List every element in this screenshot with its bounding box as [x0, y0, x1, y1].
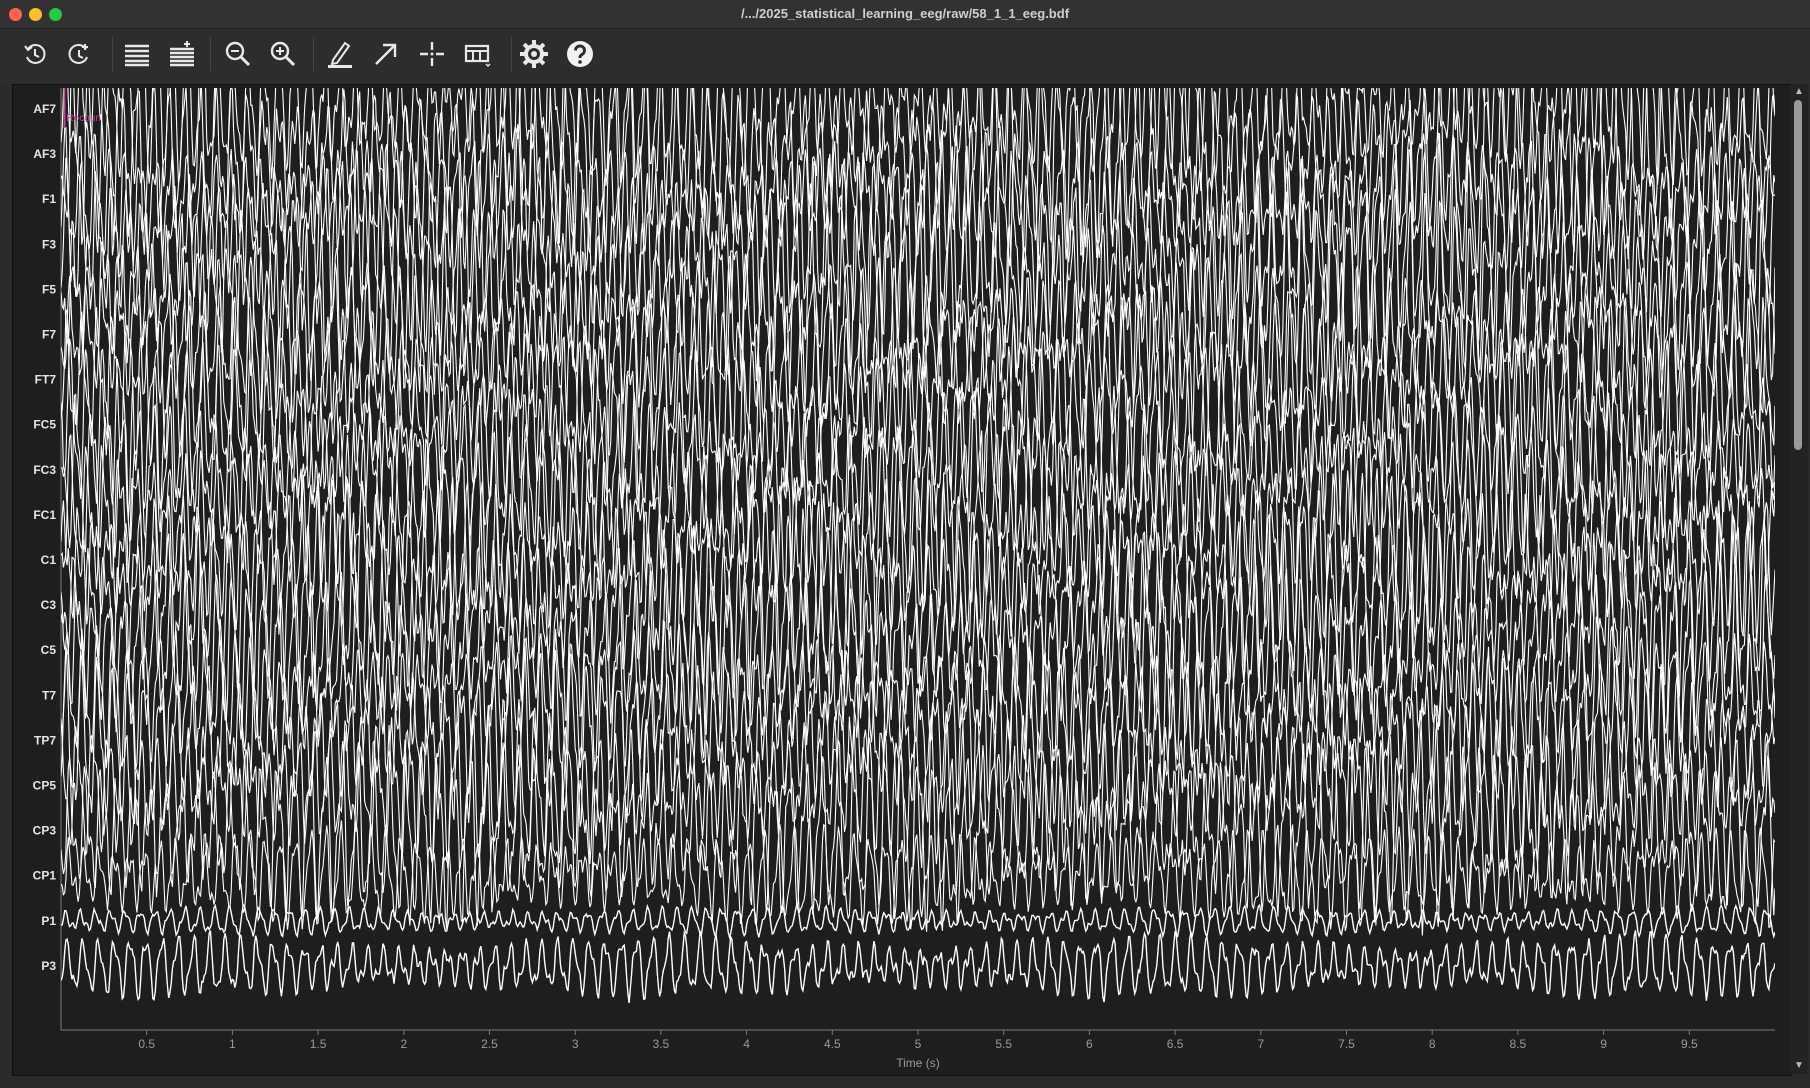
scroll-up-arrow-icon[interactable]: ▲ — [1793, 86, 1805, 98]
channel-label: TP7 — [34, 733, 56, 747]
channel-label: T7 — [42, 688, 56, 702]
x-tick-label: 6.5 — [1167, 1037, 1184, 1051]
channel-label: FC5 — [33, 418, 56, 432]
scroll-down-arrow-icon[interactable]: ▼ — [1793, 1060, 1805, 1072]
x-tick-label: 8 — [1429, 1037, 1436, 1051]
channel-scrollbar[interactable]: ▲ ▼ — [1790, 84, 1808, 1074]
channel-label: CP5 — [33, 779, 57, 793]
x-tick-label: 0.5 — [138, 1037, 155, 1051]
channel-label: F5 — [42, 282, 56, 296]
x-axis-label: Time (s) — [896, 1056, 940, 1070]
eeg-trace — [61, 930, 1775, 1003]
channel-label: CP3 — [33, 824, 57, 838]
channel-label: P3 — [41, 959, 56, 973]
x-tick-label: 1 — [229, 1037, 236, 1051]
eeg-trace — [61, 245, 1775, 427]
annotation-label: Recoun — [66, 113, 100, 124]
x-tick-label: 3.5 — [653, 1037, 670, 1051]
x-tick-label: 6 — [1086, 1037, 1093, 1051]
x-tick-label: 4 — [743, 1037, 750, 1051]
x-tick-label: 5.5 — [995, 1037, 1012, 1051]
x-tick-label: 2.5 — [481, 1037, 498, 1051]
channel-label: F1 — [42, 192, 56, 206]
channel-label: C3 — [41, 598, 57, 612]
x-tick-label: 7 — [1257, 1037, 1264, 1051]
x-tick-label: 1.5 — [310, 1037, 327, 1051]
channel-label: CP1 — [33, 869, 57, 883]
eeg-traces-chart[interactable]: AF7 AF3 F1 F3 F5 F7 FT7 FC5 FC3 FC1 C1 C3 C5 T7 TP7 CP5… — [0, 0, 1790, 1076]
channel-label: C5 — [41, 643, 57, 657]
channel-label: F7 — [42, 328, 56, 342]
status-strip — [0, 1076, 1810, 1088]
x-tick-label: 9.5 — [1681, 1037, 1698, 1051]
x-tick-label: 5 — [915, 1037, 922, 1051]
x-tick-label: 3 — [572, 1037, 579, 1051]
channel-label: F3 — [42, 237, 56, 251]
scrollbar-thumb[interactable] — [1794, 100, 1802, 450]
channel-label: FC3 — [33, 463, 56, 477]
x-tick-label: 7.5 — [1338, 1037, 1355, 1051]
x-tick-label: 2 — [400, 1037, 407, 1051]
eeg-trace — [61, 724, 1775, 936]
channel-label: P1 — [41, 914, 56, 928]
channel-label: C1 — [41, 553, 57, 567]
x-tick-label: 9 — [1600, 1037, 1607, 1051]
eeg-trace — [61, 88, 1775, 192]
eeg-trace — [61, 695, 1775, 869]
x-tick-label: 8.5 — [1510, 1037, 1527, 1051]
traces-group — [61, 88, 1775, 1003]
channel-label: AF7 — [33, 102, 56, 116]
channel-label: FC1 — [33, 508, 56, 522]
x-tick-label: 4.5 — [824, 1037, 841, 1051]
channel-label: AF3 — [33, 147, 56, 161]
channel-label: FT7 — [35, 373, 57, 387]
